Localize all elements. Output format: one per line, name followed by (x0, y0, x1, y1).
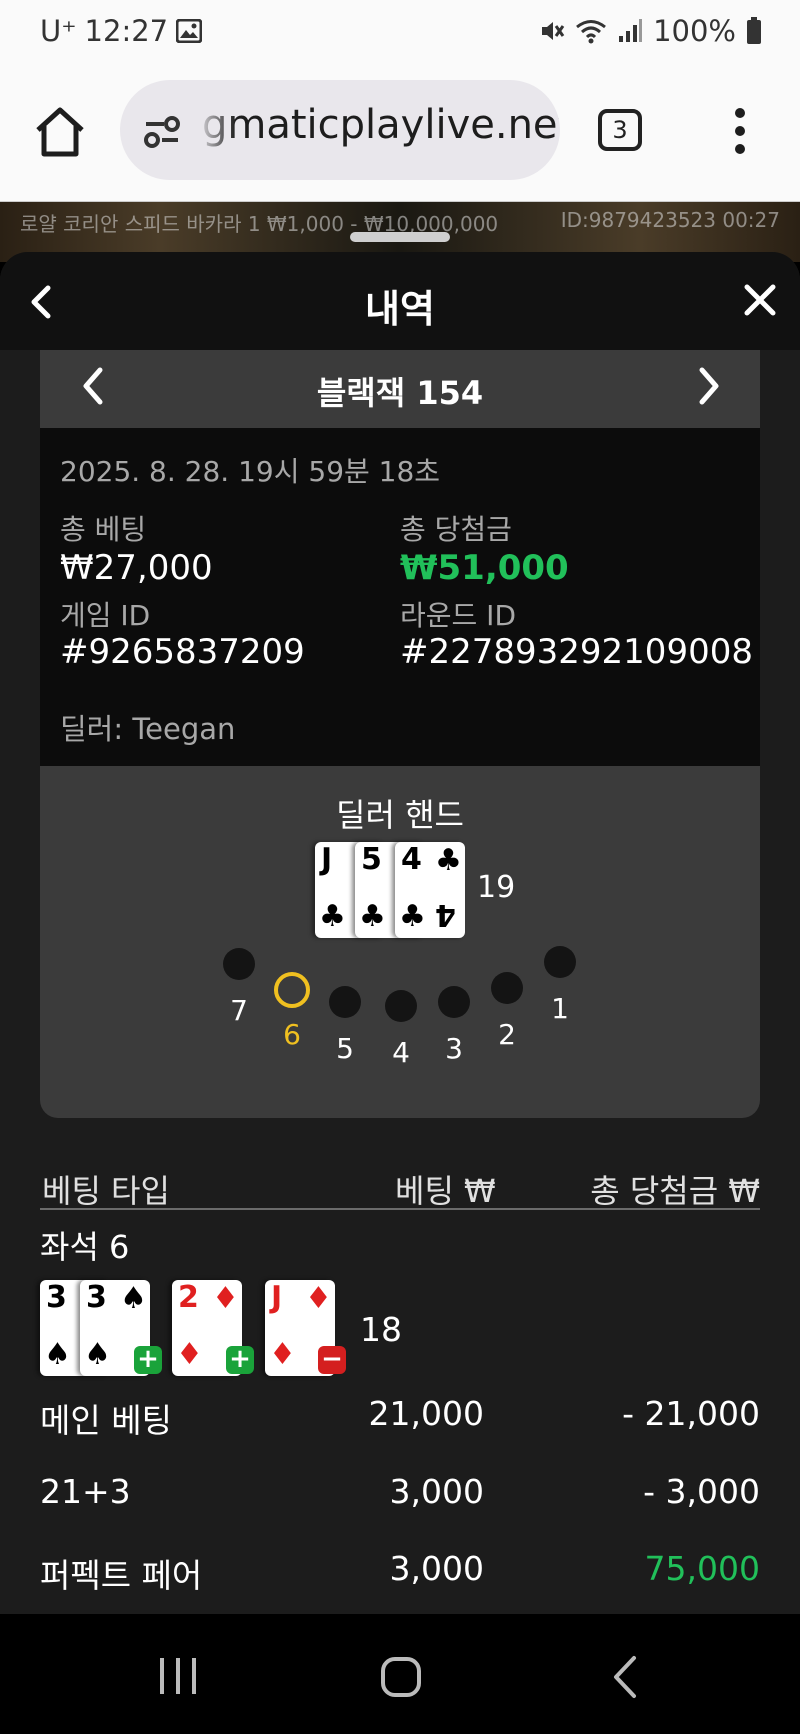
card-rank: J (321, 842, 333, 877)
seat-number: 3 (445, 1032, 463, 1065)
game-id-value: #9265837209 (60, 632, 305, 672)
battery-icon (747, 17, 761, 44)
stand-badge: − (318, 1346, 346, 1374)
signal-icon (619, 19, 643, 42)
mute-icon (542, 22, 565, 40)
seat-5 (329, 986, 361, 1018)
seat-4 (385, 990, 417, 1022)
diamond-icon: ♦ (305, 1281, 332, 1316)
next-round-icon[interactable] (694, 364, 724, 408)
spade-icon: ♠ (44, 1337, 71, 1372)
total-win-label: 총 당첨금 (400, 513, 512, 546)
seat-1 (544, 946, 576, 978)
tab-switcher-button[interactable]: 3 (598, 109, 642, 151)
dealer-hand-title: 딜러 핸드 (336, 796, 464, 834)
diamond-icon: ♦ (269, 1337, 296, 1372)
seat-label: 좌석 6 (40, 1228, 130, 1266)
bet-row-21plus3: 21+3 3,000 - 3,000 (40, 1472, 760, 1522)
more-menu-icon[interactable] (730, 106, 750, 156)
home-icon[interactable] (30, 102, 90, 162)
seat-2 (491, 972, 523, 1004)
hit-badge: + (134, 1346, 162, 1374)
clock: 12:27 (84, 14, 169, 48)
hit-badge: + (226, 1346, 254, 1374)
seat-number: 2 (498, 1018, 516, 1051)
bet-amount-header: 베팅 ₩ (395, 1172, 496, 1210)
dealer-name: 딜러: Teegan (60, 712, 236, 746)
dealer-hand-total: 19 (477, 870, 516, 905)
sheet-title: 내역 (365, 287, 435, 331)
bets-table-header: 베팅 타입 베팅 ₩ 총 당첨금 ₩ (40, 1162, 760, 1210)
seat-number: 1 (551, 992, 569, 1025)
card-rank-inverted: 4 (435, 897, 456, 932)
seat-number: 5 (336, 1032, 354, 1065)
total-bet-label: 총 베팅 (60, 513, 147, 546)
system-nav-bar (0, 1614, 800, 1734)
dealer-card-3: 4 ♣ ♣ 4 (395, 842, 465, 938)
spade-icon: ♠ (84, 1337, 111, 1372)
round-id-label: 라운드 ID (400, 599, 516, 632)
carrier-label: U⁺ (40, 14, 77, 48)
round-datetime: 2025. 8. 28. 19시 59분 18초 (60, 455, 441, 488)
bet-type: 퍼펙트 페어 (40, 1556, 203, 1595)
battery-level: 100% (653, 14, 736, 48)
round-id-value: #227893292109008 (400, 632, 753, 672)
seat-number: 7 (230, 994, 248, 1027)
recent-apps-icon[interactable] (156, 1656, 200, 1696)
win-amount: - 21,000 (622, 1394, 760, 1433)
history-sheet: 내역 블랙잭 154 2025. 8. 28. 19시 59분 18초 총 베팅… (0, 252, 800, 1614)
bet-amount: 3,000 (389, 1472, 484, 1511)
win-amount-header: 총 당첨금 ₩ (590, 1172, 760, 1210)
diamond-icon: ♦ (212, 1281, 239, 1316)
game-id-label: 게임 ID (60, 599, 151, 632)
bet-type: 메인 베팅 (40, 1401, 172, 1440)
seat-6-active (274, 972, 310, 1008)
win-amount: - 3,000 (643, 1472, 760, 1511)
seat-7 (223, 948, 255, 980)
card-rank: 2 (178, 1280, 199, 1315)
club-icon: ♣ (359, 899, 386, 934)
round-summary: 2025. 8. 28. 19시 59분 18초 총 베팅 ₩27,000 총 … (40, 428, 760, 766)
bet-type-header: 베팅 타입 (42, 1172, 170, 1210)
bet-row-perfect-pair: 퍼펙트 페어 3,000 75,000 (40, 1549, 760, 1599)
game-name: 블랙잭 154 (316, 374, 484, 412)
total-win-value: ₩51,000 (400, 548, 569, 588)
gallery-icon (176, 19, 203, 43)
bet-amount: 21,000 (368, 1394, 484, 1433)
card-rank: 4 (401, 842, 422, 877)
bet-amount: 3,000 (389, 1549, 484, 1588)
url-fade (196, 80, 236, 180)
seat-number: 4 (392, 1036, 410, 1069)
club-icon: ♣ (435, 843, 462, 878)
sheet-header: 내역 (0, 252, 800, 350)
player-hand-total: 18 (360, 1310, 402, 1349)
table-view: 딜러 핸드 J ♣ 5 ♣ 4 ♣ ♣ 4 19 7 6 5 4 3 2 1 (40, 766, 760, 1118)
club-icon: ♣ (399, 899, 426, 934)
seat-number-active: 6 (283, 1018, 301, 1051)
wifi-icon (576, 20, 607, 44)
bet-row-main: 메인 베팅 21,000 - 21,000 (40, 1394, 760, 1444)
card-rank: J (271, 1280, 283, 1315)
home-nav-icon[interactable] (380, 1656, 422, 1698)
session-id: ID:9879423523 00:27 (560, 208, 780, 232)
seat-3 (438, 986, 470, 1018)
game-navigator: 블랙잭 154 (40, 350, 760, 428)
win-amount: 75,000 (644, 1549, 760, 1588)
status-bar: U⁺ 12:27 100% (0, 0, 800, 66)
card-rank: 5 (361, 842, 382, 877)
card-rank: 3 (46, 1280, 67, 1315)
site-settings-icon[interactable] (142, 112, 182, 152)
total-bet-value: ₩27,000 (60, 548, 213, 588)
club-icon: ♣ (319, 899, 346, 934)
spade-icon: ♠ (120, 1281, 147, 1316)
diamond-icon: ♦ (176, 1337, 203, 1372)
url-text: gmaticplaylive.net (202, 102, 560, 148)
sheet-drag-handle[interactable] (350, 232, 450, 242)
bet-type: 21+3 (40, 1472, 131, 1511)
card-rank: 3 (86, 1280, 107, 1315)
browser-toolbar: gmaticplaylive.net 3 (0, 66, 800, 202)
back-nav-icon[interactable] (610, 1654, 640, 1700)
close-icon[interactable] (742, 282, 778, 318)
address-bar[interactable]: gmaticplaylive.net (120, 80, 560, 180)
